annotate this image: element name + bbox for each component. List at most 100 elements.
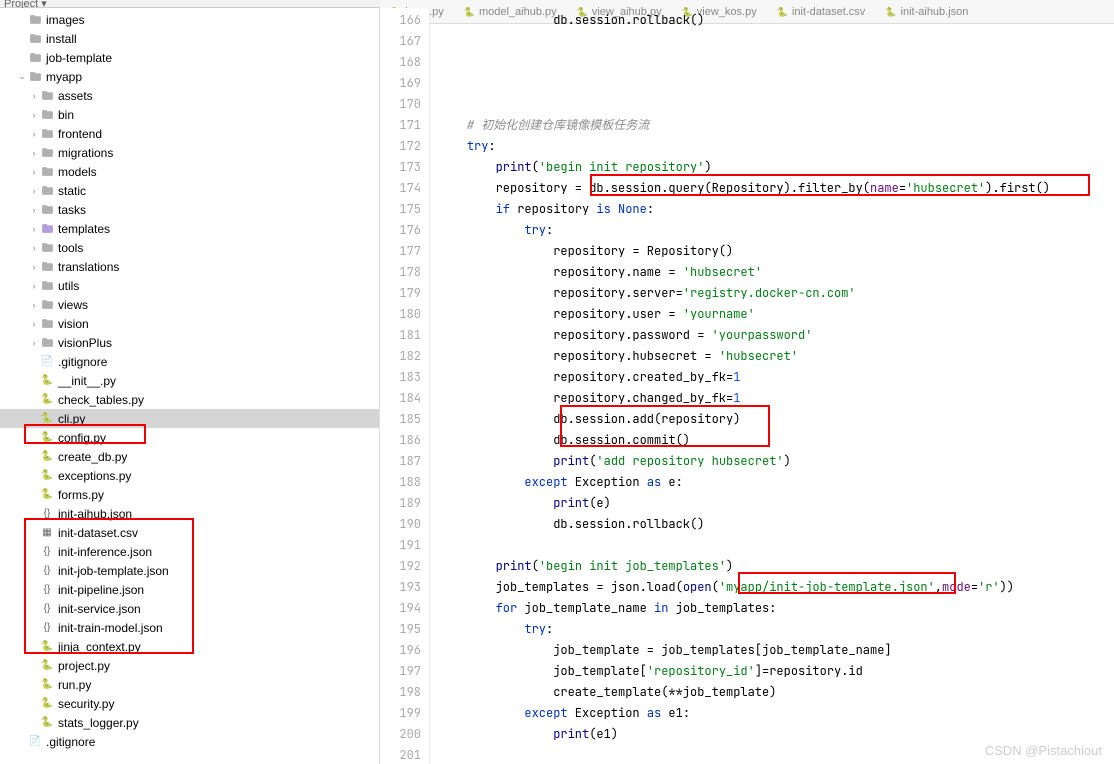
tree-row[interactable]: ›views [0, 295, 379, 314]
tree-row[interactable]: 📄.gitignore [0, 732, 379, 751]
tree-row[interactable]: {}init-pipeline.json [0, 580, 379, 599]
tree-row[interactable]: ›vision [0, 314, 379, 333]
tree-row[interactable]: {}init-job-template.json [0, 561, 379, 580]
chevron-right-icon[interactable]: › [28, 205, 40, 215]
code-line[interactable]: except Exception as e1: [438, 703, 1114, 724]
code-line[interactable]: repository = db.session.query(Repository… [438, 178, 1114, 199]
code-line[interactable]: print(e1) [438, 724, 1114, 745]
tree-row[interactable]: 🐍exceptions.py [0, 466, 379, 485]
tree-row[interactable]: {}init-aihub.json [0, 504, 379, 523]
tree-row[interactable]: job-template [0, 48, 379, 67]
code-line[interactable]: print('add repository hubsecret') [438, 451, 1114, 472]
tree-row[interactable]: ›static [0, 181, 379, 200]
code-line[interactable]: repository.hubsecret = 'hubsecret' [438, 346, 1114, 367]
code-line[interactable] [438, 535, 1114, 556]
tree-row[interactable]: 🐍run.py [0, 675, 379, 694]
tree-row[interactable]: 🐍create_db.py [0, 447, 379, 466]
tree-label: .gitignore [58, 355, 107, 369]
file-icon: {} [40, 545, 54, 559]
tree-row[interactable]: ›tasks [0, 200, 379, 219]
line-number: 176 [380, 220, 421, 241]
code-line[interactable]: try: [438, 136, 1114, 157]
tree-row[interactable]: {}init-train-model.json [0, 618, 379, 637]
project-tree-panel[interactable]: imagesinstalljob-template ⌄ myapp ›assets›b… [0, 8, 380, 764]
tree-row[interactable]: {}init-service.json [0, 599, 379, 618]
chevron-right-icon[interactable]: › [28, 167, 40, 177]
chevron-right-icon[interactable]: › [28, 300, 40, 310]
code-line[interactable] [438, 73, 1114, 94]
chevron-right-icon[interactable]: › [28, 91, 40, 101]
code-line[interactable]: repository.password = 'yourpassword' [438, 325, 1114, 346]
code-line[interactable]: repository.changed_by_fk=1 [438, 388, 1114, 409]
tree-row[interactable]: images [0, 10, 379, 29]
chevron-down-icon[interactable]: ⌄ [16, 71, 28, 82]
code-line[interactable]: repository.server='registry.docker-cn.co… [438, 283, 1114, 304]
tree-row[interactable]: 🐍stats_logger.py [0, 713, 379, 732]
chevron-right-icon[interactable]: › [28, 262, 40, 272]
code-line[interactable]: job_template['repository_id']=repository… [438, 661, 1114, 682]
code-line[interactable] [438, 52, 1114, 73]
tree-row[interactable]: {}init-inference.json [0, 542, 379, 561]
code-line[interactable]: db.session.rollback() [438, 10, 1114, 31]
tree-row[interactable]: ›models [0, 162, 379, 181]
tree-row[interactable]: › templates [0, 219, 379, 238]
tree-row[interactable]: ›bin [0, 105, 379, 124]
tree-row[interactable]: ▦init-dataset.csv [0, 523, 379, 542]
file-icon: 🐍 [40, 450, 54, 464]
tree-row[interactable]: ›translations [0, 257, 379, 276]
tree-label: myapp [46, 70, 82, 84]
code-line[interactable]: except Exception as e: [438, 472, 1114, 493]
tree-row[interactable]: 🐍cli.py [0, 409, 379, 428]
code-line[interactable]: if repository is None: [438, 199, 1114, 220]
tree-label: templates [58, 222, 110, 236]
tree-row[interactable]: ›frontend [0, 124, 379, 143]
code-line[interactable]: create_template(**job_template) [438, 682, 1114, 703]
code-line[interactable]: for job_template_name in job_templates: [438, 598, 1114, 619]
code-line[interactable]: repository.user = 'yourname' [438, 304, 1114, 325]
tree-row[interactable]: 🐍project.py [0, 656, 379, 675]
code-line[interactable] [438, 31, 1114, 52]
code-line[interactable]: repository.name = 'hubsecret' [438, 262, 1114, 283]
chevron-right-icon[interactable]: › [28, 224, 40, 234]
code-editor[interactable]: 1661671681691701711721731741751761771781… [380, 8, 1114, 764]
code-line[interactable]: job_templates = json.load(open('myapp/in… [438, 577, 1114, 598]
tree-row[interactable]: 🐍check_tables.py [0, 390, 379, 409]
tree-row[interactable]: install [0, 29, 379, 48]
code-line[interactable]: db.session.add(repository) [438, 409, 1114, 430]
tree-row[interactable]: ›tools [0, 238, 379, 257]
code-line[interactable]: repository = Repository() [438, 241, 1114, 262]
chevron-right-icon[interactable]: › [28, 319, 40, 329]
code-area[interactable]: db.session.rollback() # 初始化创建仓库镜像模板任务流 t… [430, 8, 1114, 764]
tree-row[interactable]: 📄.gitignore [0, 352, 379, 371]
tree-row[interactable]: ›assets [0, 86, 379, 105]
code-line[interactable]: repository.created_by_fk=1 [438, 367, 1114, 388]
code-line[interactable]: try: [438, 220, 1114, 241]
tree-row[interactable]: ›migrations [0, 143, 379, 162]
chevron-right-icon[interactable]: › [28, 281, 40, 291]
tree-row[interactable]: 🐍config.py [0, 428, 379, 447]
chevron-right-icon[interactable]: › [28, 338, 40, 348]
tree-row[interactable]: ›visionPlus [0, 333, 379, 352]
chevron-right-icon[interactable]: › [28, 110, 40, 120]
code-line[interactable]: db.session.rollback() [438, 514, 1114, 535]
code-line[interactable]: print('begin init job_templates') [438, 556, 1114, 577]
code-line[interactable] [438, 94, 1114, 115]
tree-row[interactable]: 🐍security.py [0, 694, 379, 713]
code-line[interactable]: db.session.commit() [438, 430, 1114, 451]
tree-row[interactable]: 🐍forms.py [0, 485, 379, 504]
code-line[interactable]: job_template = job_templates[job_templat… [438, 640, 1114, 661]
code-line[interactable]: print('begin init repository') [438, 157, 1114, 178]
tree-row[interactable]: ›utils [0, 276, 379, 295]
code-line[interactable]: try: [438, 619, 1114, 640]
tree-row[interactable]: 🐍jinja_context.py [0, 637, 379, 656]
chevron-right-icon[interactable]: › [28, 148, 40, 158]
chevron-right-icon[interactable]: › [28, 243, 40, 253]
chevron-right-icon[interactable]: › [28, 186, 40, 196]
chevron-right-icon[interactable]: › [28, 129, 40, 139]
folder-icon [40, 241, 54, 255]
code-line[interactable]: # 初始化创建仓库镜像模板任务流 [438, 115, 1114, 136]
code-line[interactable]: print(e) [438, 493, 1114, 514]
folder-icon [40, 222, 54, 236]
tree-row[interactable]: 🐍__init__.py [0, 371, 379, 390]
tree-row[interactable]: ⌄ myapp [0, 67, 379, 86]
